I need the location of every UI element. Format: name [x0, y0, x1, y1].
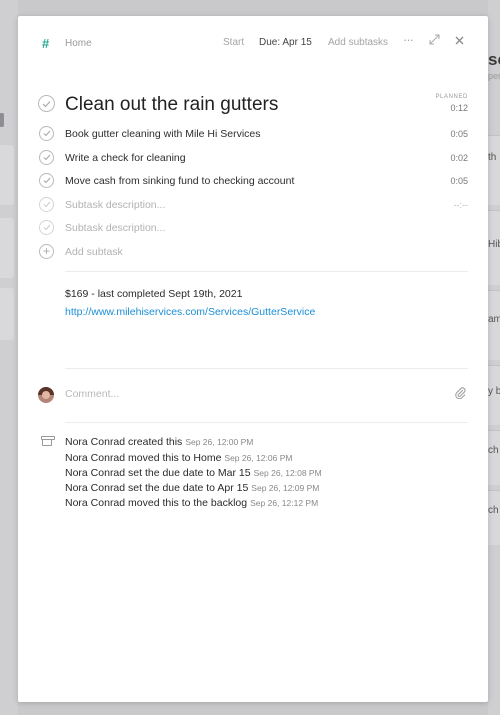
subtask-time[interactable]: 0:05: [450, 176, 468, 186]
background-snippet: ch: [488, 445, 499, 456]
activity-timestamp: Sep 26, 12:06 PM: [224, 453, 293, 463]
background-subheading: pen: [488, 71, 500, 81]
divider: [65, 422, 468, 423]
activity-entry: Nora Conrad moved this to Home Sep 26, 12…: [65, 452, 292, 464]
notes-text[interactable]: $169 - last completed Sept 19th, 2021: [65, 288, 242, 300]
paperclip-icon[interactable]: [455, 386, 466, 402]
comment-input[interactable]: [65, 388, 435, 400]
planned-label: PLANNED: [435, 94, 468, 100]
background-left-pane: [0, 0, 18, 715]
activity-text: Nora Conrad moved this to the backlog: [65, 497, 248, 509]
activity-entry: Nora Conrad moved this to the backlog Sep…: [65, 497, 318, 509]
hash-icon: #: [42, 36, 50, 51]
subtask-text[interactable]: Book gutter cleaning with Mile Hi Servic…: [65, 128, 261, 140]
subtask-text[interactable]: Write a check for cleaning: [65, 152, 186, 164]
subtask-description-input[interactable]: Subtask description...: [65, 222, 165, 234]
subtask-description-input[interactable]: Subtask description...: [65, 199, 165, 211]
background-card: [488, 430, 500, 485]
background-heading: sc: [488, 50, 500, 69]
background-snippet: th: [488, 152, 497, 163]
activity-entry: Nora Conrad created this Sep 26, 12:00 PM: [65, 436, 253, 448]
divider: [65, 271, 468, 272]
add-subtasks-button[interactable]: Add subtasks: [328, 37, 388, 48]
task-title[interactable]: Clean out the rain gutters: [65, 94, 278, 116]
activity-text: Nora Conrad set the due date to Mar 15: [65, 467, 251, 479]
modal-toolbar: # Home Start Due: Apr 15 Add subtasks ··…: [18, 16, 488, 72]
task-detail-modal: # Home Start Due: Apr 15 Add subtasks ··…: [18, 16, 488, 702]
background-snippet: am: [488, 314, 500, 325]
background-card: [0, 218, 14, 278]
activity-text: Nora Conrad moved this to Home: [65, 452, 222, 464]
notes-link[interactable]: http://www.milehiservices.com/Services/G…: [65, 306, 315, 318]
background-snippet: ch: [488, 505, 499, 516]
background-chip: [0, 113, 4, 127]
subtask-text[interactable]: Move cash from sinking fund to checking …: [65, 175, 294, 187]
background-card: [0, 288, 14, 340]
context-label[interactable]: Home: [65, 38, 92, 49]
activity-text: Nora Conrad set the due date to Apr 15: [65, 482, 249, 494]
background-right-pane: sc pen th Hib am y b ch ch: [488, 0, 500, 715]
activity-timestamp: Sep 26, 12:12 PM: [250, 498, 319, 508]
more-icon[interactable]: ···: [403, 32, 414, 47]
background-snippet: Hib: [488, 239, 500, 250]
subtask-time-placeholder[interactable]: --:--: [454, 200, 469, 210]
activity-entry: Nora Conrad set the due date to Mar 15 Se…: [65, 467, 322, 479]
activity-entry: Nora Conrad set the due date to Apr 15 Se…: [65, 482, 319, 494]
background-card: [488, 290, 500, 360]
subtask-checkbox[interactable]: [39, 220, 54, 235]
start-button[interactable]: Start: [223, 37, 244, 48]
divider: [65, 368, 468, 369]
subtask-checkbox[interactable]: [39, 150, 54, 165]
subtask-checkbox[interactable]: [39, 173, 54, 188]
avatar: [38, 387, 54, 403]
due-date-button[interactable]: Due: Apr 15: [259, 37, 312, 48]
background-card: [0, 145, 14, 205]
activity-timestamp: Sep 26, 12:00 PM: [185, 437, 254, 447]
expand-icon[interactable]: [429, 34, 440, 48]
activity-timestamp: Sep 26, 12:08 PM: [253, 468, 322, 478]
activity-timestamp: Sep 26, 12:09 PM: [251, 483, 320, 493]
planned-time[interactable]: 0:12: [450, 103, 468, 113]
subtask-checkbox[interactable]: [39, 197, 54, 212]
close-icon[interactable]: [455, 34, 464, 48]
background-card: [488, 490, 500, 545]
plus-icon[interactable]: +: [39, 244, 54, 259]
subtask-time[interactable]: 0:02: [450, 153, 468, 163]
add-subtask-button[interactable]: Add subtask: [65, 246, 123, 258]
subtask-time[interactable]: 0:05: [450, 129, 468, 139]
activity-text: Nora Conrad created this: [65, 436, 183, 448]
background-card: [488, 135, 500, 205]
task-complete-checkbox[interactable]: [38, 95, 55, 112]
archive-icon: [41, 436, 55, 446]
background-snippet: y b: [488, 386, 500, 397]
subtask-checkbox[interactable]: [39, 126, 54, 141]
